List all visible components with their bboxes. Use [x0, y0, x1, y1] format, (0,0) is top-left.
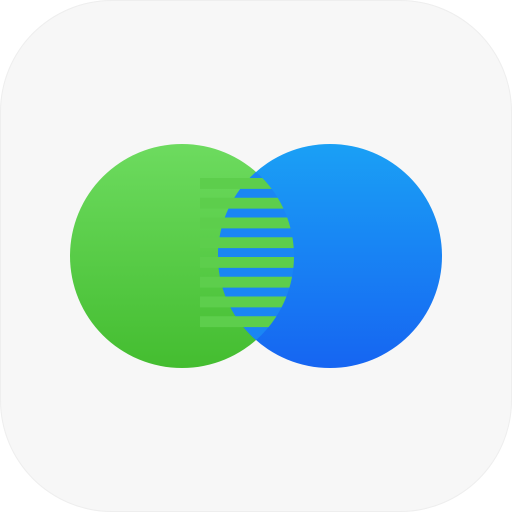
overlapping-circles-icon [70, 144, 442, 368]
app-icon [0, 0, 512, 512]
